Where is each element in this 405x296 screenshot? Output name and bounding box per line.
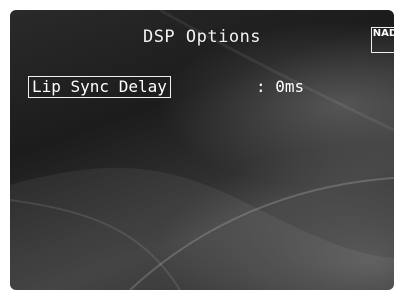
lip-sync-delay-value: 0ms (275, 77, 305, 96)
nad-logo-icon: NAD (371, 27, 394, 53)
display-screen: DSP Options NAD Lip Sync Delay : 0ms (10, 10, 394, 290)
value-separator: : (256, 77, 266, 96)
setting-value: : 0ms (256, 78, 304, 96)
page-title: DSP Options (142, 27, 262, 47)
setting-label[interactable]: Lip Sync Delay (28, 76, 171, 98)
background-wave (10, 10, 394, 290)
setting-row-lip-sync-delay[interactable]: Lip Sync Delay : 0ms (20, 74, 380, 98)
